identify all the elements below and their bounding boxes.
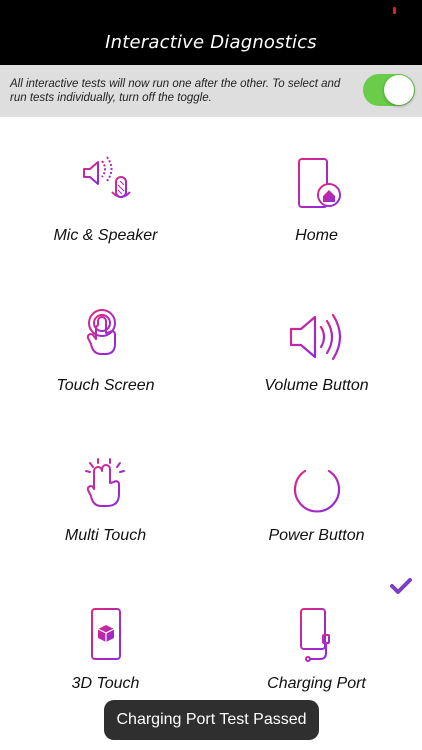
- test-label: Touch Screen: [56, 377, 155, 394]
- run-all-toggle[interactable]: [363, 74, 415, 106]
- test-tile-home[interactable]: Home: [211, 117, 422, 267]
- status-bar: [0, 0, 422, 20]
- volume-icon: [211, 307, 422, 367]
- test-label: Mic & Speaker: [53, 227, 158, 244]
- multi-touch-icon: [0, 457, 211, 517]
- charging-port-icon: [211, 607, 422, 667]
- toast-notification: Charging Port Test Passed: [104, 700, 319, 740]
- sequential-mode-banner: All interactive tests will now run one a…: [0, 65, 422, 117]
- home-button-icon: [211, 155, 422, 215]
- battery-indicator: [393, 7, 396, 14]
- app-header: Interactive Diagnostics: [0, 20, 422, 65]
- page-title: Interactive Diagnostics: [105, 32, 317, 53]
- 3d-touch-icon: [0, 607, 211, 667]
- test-tile-touch-screen[interactable]: Touch Screen: [0, 267, 211, 417]
- banner-message: All interactive tests will now run one a…: [10, 78, 341, 104]
- test-tile-power-button[interactable]: Power Button: [211, 417, 422, 567]
- test-tile-volume-button[interactable]: Volume Button: [211, 267, 422, 417]
- mic-speaker-icon: [0, 155, 211, 215]
- touch-screen-icon: [0, 307, 211, 367]
- test-passed-check-icon: [390, 578, 412, 594]
- toggle-knob: [384, 75, 414, 105]
- test-tile-mic-speaker[interactable]: Mic & Speaker: [0, 117, 211, 267]
- power-icon: [211, 457, 422, 517]
- test-label: Home: [295, 227, 338, 244]
- test-label: 3D Touch: [71, 675, 140, 692]
- test-label: Volume Button: [264, 377, 369, 394]
- test-tile-multi-touch[interactable]: Multi Touch: [0, 417, 211, 567]
- test-label: Multi Touch: [64, 527, 147, 544]
- test-label: Charging Port: [267, 675, 366, 692]
- test-tile-3d-touch[interactable]: 3D Touch: [0, 567, 211, 717]
- test-label: Power Button: [268, 527, 365, 544]
